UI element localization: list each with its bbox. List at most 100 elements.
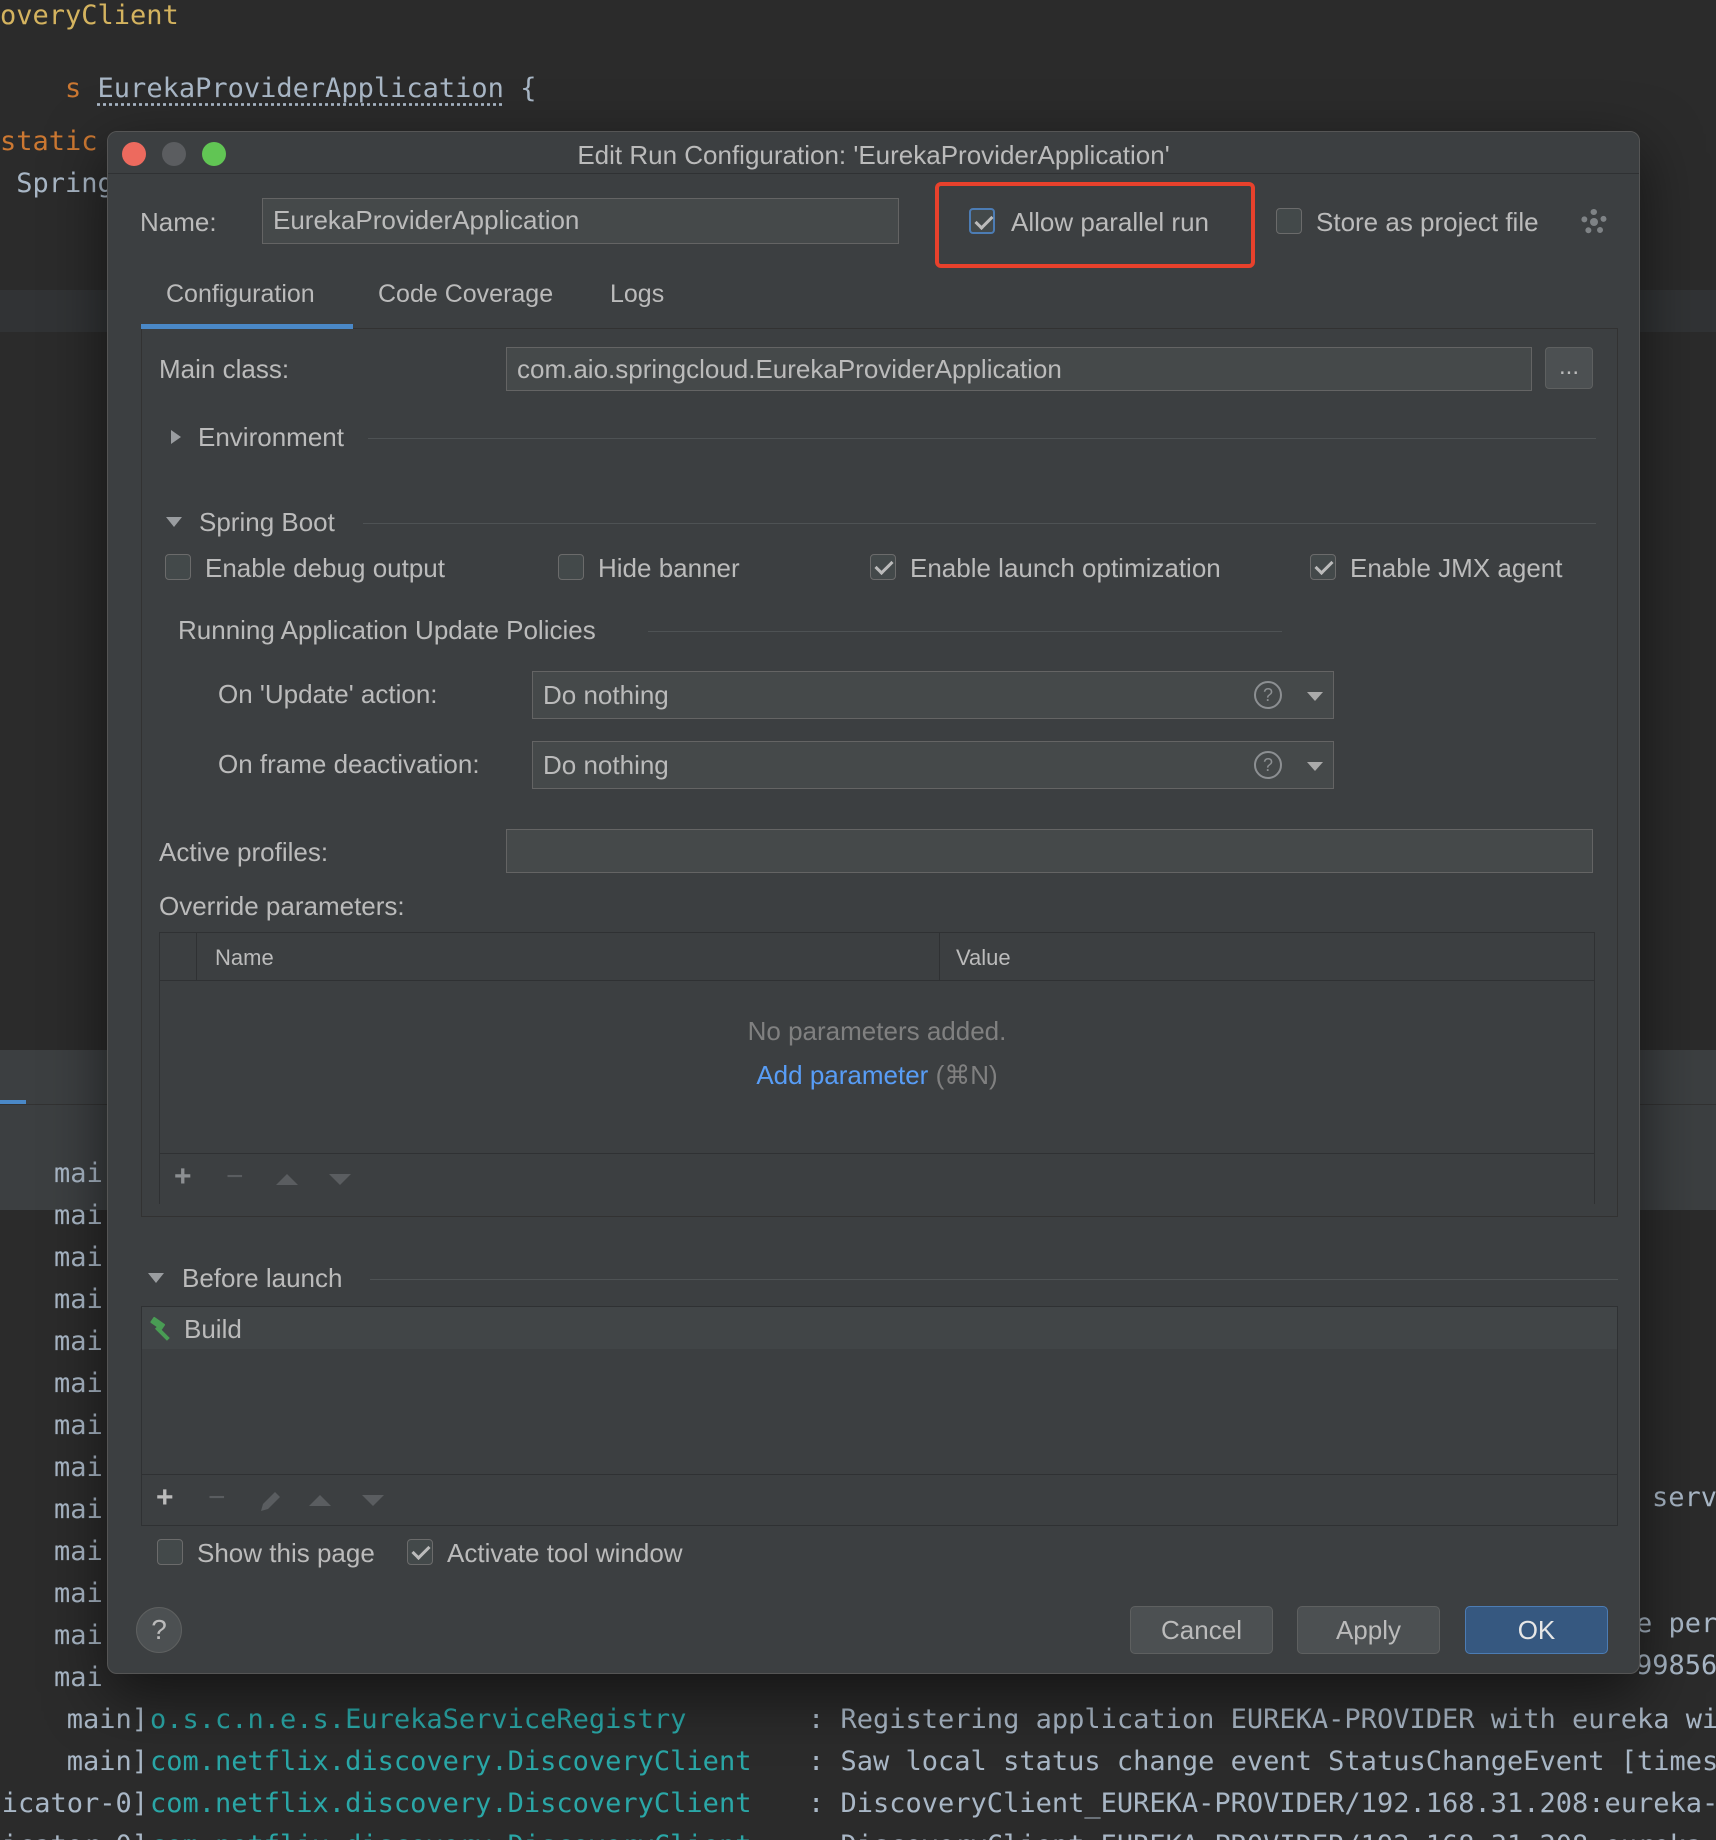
hide-banner-label: Hide banner [598, 553, 740, 583]
edit-pencil-icon[interactable] [257, 1489, 283, 1515]
override-parameters-table[interactable]: Name Value No parameters added. Add para… [159, 932, 1595, 1204]
enable-jmx-agent-checkbox[interactable] [1310, 554, 1336, 580]
log-thread: mai [54, 1410, 103, 1441]
show-this-page-checkbox[interactable] [157, 1539, 183, 1565]
enable-jmx-agent-label: Enable JMX agent [1350, 553, 1563, 583]
code-line-4: Spring [0, 168, 114, 199]
before-launch-toolbar: + − [141, 1474, 1618, 1526]
code-line-2: s EurekaProviderApplication { [0, 42, 536, 135]
log-thread: mai [54, 1494, 103, 1525]
section-separator [368, 438, 1596, 439]
log-thread: mai [54, 1452, 103, 1483]
move-down-icon[interactable] [329, 1174, 351, 1185]
enable-launch-optimization-checkbox[interactable] [870, 554, 896, 580]
code-line-3: static [0, 126, 114, 157]
collapse-down-icon[interactable] [166, 517, 182, 527]
tab-configuration[interactable]: Configuration [166, 280, 315, 309]
activate-tool-window-label: Activate tool window [447, 1538, 683, 1568]
run-tab-indicator [0, 1100, 26, 1104]
before-launch-item-label: Build [184, 1314, 242, 1344]
code-line-1: overyClient [0, 0, 179, 31]
on-frame-deactivation-dropdown[interactable]: Do nothing [532, 741, 1334, 789]
log-thread: mai [54, 1620, 103, 1651]
on-update-action-dropdown[interactable]: Do nothing [532, 671, 1334, 719]
dialog-title: Edit Run Configuration: 'EurekaProviderA… [577, 140, 1170, 170]
code-brace: { [503, 73, 537, 104]
log-thread: main] [66, 1746, 148, 1777]
apply-button[interactable]: Apply [1297, 1606, 1440, 1654]
ok-button[interactable]: OK [1465, 1606, 1608, 1654]
override-parameters-label: Override parameters: [159, 891, 405, 921]
name-input[interactable]: EurekaProviderApplication [262, 198, 899, 244]
enable-launch-optimization-label: Enable launch optimization [910, 553, 1221, 583]
help-button[interactable]: ? [136, 1607, 182, 1653]
log-logger: com.netflix.discovery.DiscoveryClient [150, 1788, 752, 1819]
add-parameter-row: Add parameter (⌘N) [160, 1060, 1594, 1091]
remove-icon[interactable]: − [226, 1160, 244, 1194]
column-header-value[interactable]: Value [956, 945, 1011, 971]
activate-tool-window-checkbox[interactable] [407, 1539, 433, 1565]
add-icon[interactable]: + [156, 1481, 174, 1515]
edit-run-configuration-dialog: Edit Run Configuration: 'EurekaProviderA… [107, 131, 1640, 1674]
log-thread: mai [54, 1200, 103, 1231]
add-icon[interactable]: + [174, 1160, 192, 1194]
column-header-name[interactable]: Name [215, 945, 274, 971]
enable-debug-output-checkbox[interactable] [165, 554, 191, 580]
log-message: : Saw local status change event StatusCh… [808, 1746, 1716, 1777]
gear-icon[interactable] [1581, 209, 1607, 235]
tab-logs[interactable]: Logs [610, 280, 664, 309]
chevron-down-icon [1307, 692, 1323, 701]
before-launch-list[interactable]: Build [141, 1306, 1618, 1496]
log-thread: mai [54, 1158, 103, 1189]
log-line: icator-0]com.netflix.discovery.Discovery… [0, 1830, 1716, 1840]
cancel-button[interactable]: Cancel [1130, 1606, 1273, 1654]
code-keyword: s [65, 73, 98, 104]
add-parameter-link[interactable]: Add parameter [756, 1060, 928, 1090]
log-logger: o.s.c.n.e.s.EurekaServiceRegistry [150, 1704, 687, 1735]
before-launch-item-build[interactable]: Build [142, 1307, 1617, 1349]
move-down-icon[interactable] [362, 1495, 384, 1506]
help-icon[interactable]: ? [1254, 681, 1282, 709]
section-separator [370, 1279, 1618, 1280]
hide-banner-checkbox[interactable] [558, 554, 584, 580]
log-logger: com.netflix.discovery.DiscoveryClient [150, 1746, 752, 1777]
log-message: : DiscoveryClient_EUREKA-PROVIDER/192.16… [808, 1788, 1716, 1819]
code-class-name: EurekaProviderApplication [97, 73, 504, 104]
store-as-project-file-checkbox[interactable] [1276, 208, 1302, 234]
enable-debug-output-label: Enable debug output [205, 553, 445, 583]
log-message: : Registering application EUREKA-PROVIDE… [808, 1704, 1716, 1735]
expand-right-icon[interactable] [171, 430, 181, 444]
log-thread: icator-0] [1, 1788, 148, 1819]
table-header: Name Value [160, 933, 1594, 981]
main-class-input[interactable]: com.aio.springcloud.EurekaProviderApplic… [506, 347, 1532, 391]
spring-boot-section-label[interactable]: Spring Boot [199, 507, 335, 538]
hammer-icon [150, 1316, 170, 1341]
column-divider [196, 933, 197, 981]
section-separator [648, 631, 1282, 632]
allow-parallel-run-checkbox[interactable] [969, 208, 995, 234]
log-line: icator-0]com.netflix.discovery.Discovery… [0, 1788, 1716, 1830]
on-frame-deactivation-value: Do nothing [543, 750, 669, 780]
log-thread: icator-0] [2, 1830, 148, 1840]
on-frame-deactivation-label: On frame deactivation: [218, 749, 480, 779]
before-launch-section-label[interactable]: Before launch [182, 1263, 342, 1294]
log-thread: mai [54, 1326, 103, 1357]
active-profiles-input[interactable] [506, 829, 1593, 873]
move-up-icon[interactable] [276, 1174, 298, 1185]
tab-code-coverage[interactable]: Code Coverage [378, 280, 553, 309]
log-fragment: e per [1636, 1608, 1716, 1639]
remove-icon[interactable]: − [208, 1481, 226, 1515]
log-line: main] com.netflix.discovery.DiscoveryClie… [0, 1746, 1716, 1788]
move-up-icon[interactable] [309, 1495, 331, 1506]
browse-main-class-button[interactable]: ... [1545, 347, 1593, 389]
collapse-down-icon[interactable] [148, 1273, 164, 1283]
dialog-titlebar[interactable]: Edit Run Configuration: 'EurekaProviderA… [108, 132, 1639, 174]
allow-parallel-run-label: Allow parallel run [1011, 207, 1209, 237]
environment-section-label[interactable]: Environment [198, 422, 344, 453]
log-thread: mai [54, 1536, 103, 1567]
update-policies-label: Running Application Update Policies [178, 615, 596, 645]
add-parameter-shortcut: (⌘N) [935, 1060, 998, 1090]
help-icon[interactable]: ? [1254, 751, 1282, 779]
log-thread: mai [54, 1242, 103, 1273]
name-label: Name: [140, 207, 217, 237]
